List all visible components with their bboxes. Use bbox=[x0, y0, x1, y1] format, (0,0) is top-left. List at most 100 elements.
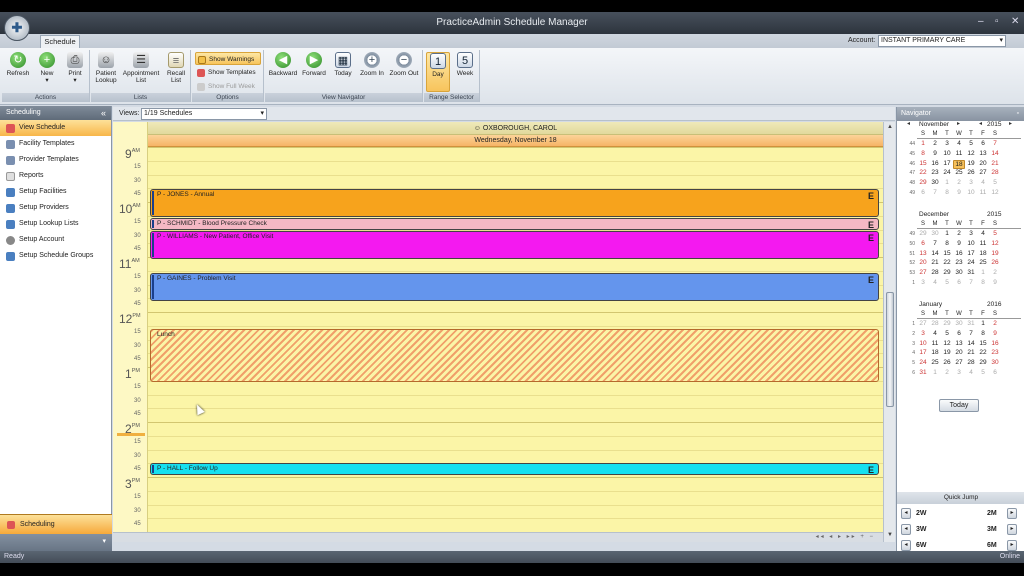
collapse-icon[interactable]: « bbox=[101, 106, 106, 120]
calendar-day[interactable]: 3 bbox=[917, 279, 929, 286]
resource-pager-icons[interactable]: ◂◂ ◂ ▸ ▸▸ + − bbox=[816, 533, 875, 540]
scrollbar-thumb[interactable] bbox=[886, 292, 894, 407]
calendar-day[interactable]: 28 bbox=[929, 269, 941, 276]
calendar-day[interactable]: 8 bbox=[977, 279, 989, 286]
jump-back-6w-icon[interactable]: ◂ bbox=[901, 540, 911, 551]
jump-forward-6m-icon[interactable]: ▸ bbox=[1007, 540, 1017, 551]
forward-button[interactable]: ▶ Forward bbox=[299, 52, 329, 77]
calendar-day[interactable]: 25 bbox=[929, 359, 941, 366]
calendar-day[interactable]: 4 bbox=[929, 330, 941, 337]
calendar-day[interactable]: 24 bbox=[941, 169, 953, 176]
scroll-down-icon[interactable]: ▼ bbox=[887, 532, 893, 538]
sidebar-item-view-schedule[interactable]: View Schedule bbox=[0, 120, 111, 136]
calendar-day[interactable]: 24 bbox=[917, 359, 929, 366]
calendar-day[interactable]: 31 bbox=[965, 320, 977, 327]
calendar-day[interactable]: 3 bbox=[941, 140, 953, 147]
calendar-day[interactable]: 30 bbox=[929, 230, 941, 237]
calendar-day[interactable]: 8 bbox=[977, 330, 989, 337]
sidebar-item-setup-account[interactable]: Setup Account bbox=[0, 232, 111, 248]
calendar-day[interactable]: 3 bbox=[965, 230, 977, 237]
calendar-day[interactable]: 16 bbox=[953, 250, 965, 257]
calendar-day[interactable]: 12 bbox=[941, 340, 953, 347]
calendar-day[interactable]: 20 bbox=[917, 259, 929, 266]
appointment-lunch-block[interactable]: Lunch bbox=[150, 329, 879, 382]
calendar-day[interactable]: 8 bbox=[917, 150, 929, 157]
calendar-day[interactable]: 26 bbox=[965, 169, 977, 176]
calendar-day[interactable]: 26 bbox=[941, 359, 953, 366]
patient-lookup-button[interactable]: ☺ Patient Lookup bbox=[93, 52, 119, 84]
calendar-day[interactable]: 5 bbox=[941, 330, 953, 337]
sidebar-item-setup-facilities[interactable]: Setup Facilities bbox=[0, 184, 111, 200]
calendar-day[interactable]: 7 bbox=[989, 140, 1001, 147]
calendar-day[interactable]: 6 bbox=[977, 140, 989, 147]
calendar-day[interactable]: 3 bbox=[965, 179, 977, 186]
calendar-day[interactable]: 31 bbox=[965, 269, 977, 276]
today-ribbon-button[interactable]: ▦ Today bbox=[330, 52, 356, 77]
calendar-day[interactable]: 1 bbox=[941, 230, 953, 237]
calendar-day[interactable]: 12 bbox=[989, 189, 1001, 196]
jump-forward-2m-icon[interactable]: ▸ bbox=[1007, 508, 1017, 519]
calendar-day[interactable]: 23 bbox=[929, 169, 941, 176]
minimize-icon[interactable]: – bbox=[978, 16, 984, 27]
calendar-day[interactable]: 2 bbox=[989, 320, 1001, 327]
calendar-day[interactable]: 26 bbox=[989, 259, 1001, 266]
calendar-day[interactable]: 1 bbox=[929, 369, 941, 376]
calendar-day[interactable]: 6 bbox=[917, 189, 929, 196]
calendar-day[interactable]: 7 bbox=[965, 330, 977, 337]
calendar-day[interactable]: 24 bbox=[965, 259, 977, 266]
views-select[interactable]: 1/19 Schedules bbox=[141, 108, 267, 120]
calendar-day[interactable]: 10 bbox=[941, 150, 953, 157]
close-icon[interactable]: ✕ bbox=[1011, 16, 1019, 27]
quick-jump-2w[interactable]: ◂ 2W bbox=[901, 507, 939, 520]
calendar-horizontal-scrollbar[interactable]: ◂◂ ◂ ▸ ▸▸ + − bbox=[113, 532, 883, 542]
calendar-day[interactable]: 14 bbox=[929, 250, 941, 257]
calendar-day[interactable]: 12 bbox=[989, 240, 1001, 247]
calendar-day[interactable]: 30 bbox=[953, 320, 965, 327]
sidebar-item-setup-lookup-lists[interactable]: Setup Lookup Lists bbox=[0, 216, 111, 232]
calendar-day[interactable]: 23 bbox=[989, 349, 1001, 356]
calendar-day[interactable]: 9 bbox=[953, 189, 965, 196]
calendar-day[interactable]: 15 bbox=[917, 160, 929, 167]
show-warnings-toggle[interactable]: Show Warnings bbox=[195, 52, 261, 65]
calendar-day[interactable]: 19 bbox=[941, 349, 953, 356]
next-year-icon[interactable]: ▸ bbox=[1009, 119, 1012, 130]
calendar-day[interactable]: 5 bbox=[965, 140, 977, 147]
calendar-day[interactable]: 2 bbox=[953, 230, 965, 237]
calendar-day[interactable]: 16 bbox=[929, 160, 941, 167]
calendar-day[interactable]: 20 bbox=[953, 349, 965, 356]
backward-button[interactable]: ◀ Backward bbox=[267, 52, 299, 77]
calendar-day[interactable]: 21 bbox=[929, 259, 941, 266]
calendar-day[interactable]: 11 bbox=[953, 150, 965, 157]
calendar-day[interactable]: 27 bbox=[953, 359, 965, 366]
calendar-day[interactable]: 14 bbox=[989, 150, 1001, 157]
scroll-up-icon[interactable]: ▲ bbox=[887, 124, 893, 130]
calendar-day[interactable]: 15 bbox=[941, 250, 953, 257]
calendar-day[interactable]: 7 bbox=[929, 240, 941, 247]
prev-year-icon[interactable]: ◂ bbox=[979, 119, 982, 130]
calendar-day[interactable]: 22 bbox=[977, 349, 989, 356]
calendar-day[interactable]: 1 bbox=[917, 140, 929, 147]
appointment-williams[interactable]: P - WILLIAMS - New Patient, Office Visit… bbox=[150, 231, 879, 259]
calendar-day[interactable]: 13 bbox=[977, 150, 989, 157]
zoom-out-button[interactable]: − Zoom Out bbox=[387, 52, 421, 77]
appointment-schmidt[interactable]: P - SCHMIDT - Blood Pressure Check E bbox=[150, 218, 879, 230]
calendar-day[interactable]: 27 bbox=[917, 320, 929, 327]
week-view-button[interactable]: 5 Week bbox=[452, 52, 478, 77]
calendar-day[interactable]: 9 bbox=[989, 279, 1001, 286]
calendar-day[interactable]: 4 bbox=[929, 279, 941, 286]
calendar-day[interactable]: 27 bbox=[977, 169, 989, 176]
calendar-day[interactable]: 18 bbox=[929, 349, 941, 356]
jump-back-2w-icon[interactable]: ◂ bbox=[901, 508, 911, 519]
calendar-day[interactable]: 25 bbox=[977, 259, 989, 266]
calendar-day[interactable]: 6 bbox=[953, 330, 965, 337]
show-templates-toggle[interactable]: Show Templates bbox=[195, 66, 261, 79]
calendar-day[interactable]: 22 bbox=[917, 169, 929, 176]
calendar-day[interactable]: 22 bbox=[941, 259, 953, 266]
calendar-day[interactable]: 30 bbox=[929, 179, 941, 186]
calendar-day[interactable]: 29 bbox=[941, 320, 953, 327]
calendar-day[interactable]: 11 bbox=[929, 340, 941, 347]
calendar-day[interactable]: 10 bbox=[965, 240, 977, 247]
prev-month-icon[interactable]: ◂ bbox=[907, 119, 910, 130]
appointment-list-button[interactable]: ☰ Appointment List bbox=[121, 52, 161, 84]
calendar-day[interactable]: 11 bbox=[977, 240, 989, 247]
